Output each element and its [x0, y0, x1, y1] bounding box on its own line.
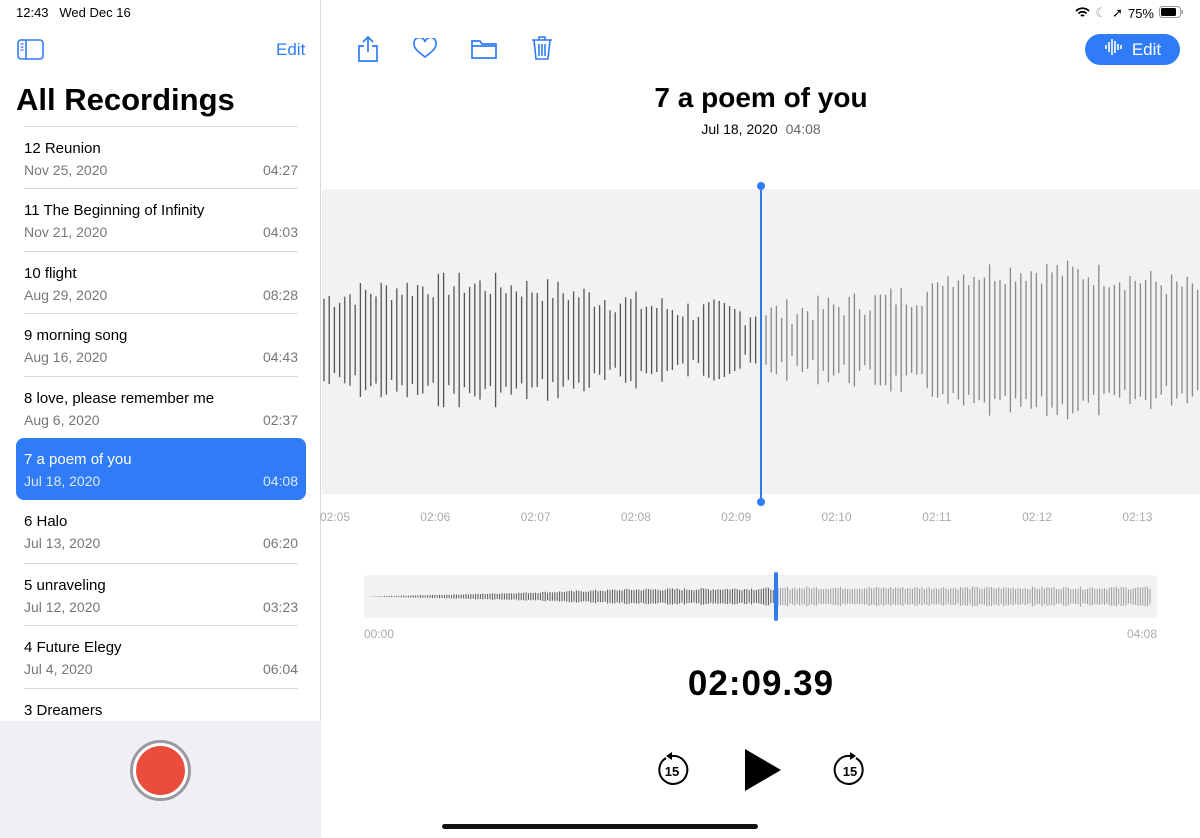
wifi-icon — [1075, 6, 1091, 21]
recordings-list: 12 Reunion Nov 25, 2020 04:27 11 The Beginn… — [16, 126, 306, 750]
sidebar-toggle-icon[interactable] — [17, 39, 44, 65]
time-tick: 02:06 — [420, 510, 451, 524]
time-tick: 02:08 — [620, 510, 651, 524]
recording-item[interactable]: 4 Future Elegy Jul 4, 2020 06:04 — [24, 625, 298, 687]
waveform-overview[interactable] — [364, 575, 1157, 618]
recording-item[interactable]: 7 a poem of you Jul 18, 2020 04:08 — [16, 437, 306, 501]
record-button[interactable] — [130, 740, 191, 801]
recording-title: 10 flight — [24, 264, 77, 282]
recording-duration: 08:28 — [262, 286, 298, 303]
recording-duration: 04:27 — [262, 162, 298, 178]
recording-date: Jul 4, 2020 — [24, 661, 93, 678]
time-tick: 02:12 — [1022, 510, 1053, 524]
time-tick: 02:09 — [721, 510, 752, 524]
recording-duration: 06:04 — [262, 661, 298, 678]
time-tick: 02:11 — [922, 510, 952, 524]
heart-icon[interactable] — [413, 36, 437, 64]
recording-duration: 04:43 — [262, 349, 298, 366]
recording-duration: 04:08 — [262, 472, 298, 489]
recording-title: 8 love, please remember me — [24, 389, 215, 407]
recording-title: 11 The Beginning of Infinity — [24, 202, 205, 220]
recording-title: 5 unraveling — [24, 576, 106, 594]
play-button[interactable] — [744, 748, 782, 797]
svg-text:15: 15 — [665, 764, 679, 779]
battery-icon — [1159, 5, 1184, 21]
recording-item[interactable]: 9 morning song Aug 16, 2020 04:43 — [24, 313, 298, 375]
recording-date: Jul 18, 2020 — [24, 472, 101, 489]
play-icon — [745, 749, 781, 791]
current-time: 02:09.39 — [687, 664, 835, 703]
recording-title: 12 Reunion — [24, 140, 101, 157]
skip-forward-icon: 15 — [833, 752, 864, 785]
skip-forward-button[interactable]: 15 — [832, 752, 868, 788]
recording-title: 3 Dreamers — [24, 701, 103, 719]
home-indicator[interactable] — [442, 824, 758, 829]
recording-item[interactable]: 5 unraveling Jul 12, 2020 03:23 — [24, 562, 298, 625]
folder-icon[interactable] — [471, 38, 497, 64]
time-tick: 02:05 — [319, 510, 351, 524]
recording-date: Aug 6, 2020 — [24, 411, 100, 428]
recording-duration: 02:37 — [262, 411, 298, 428]
battery-percent: 75% — [1127, 5, 1154, 21]
recording-item[interactable]: 8 love, please remember me Aug 6, 2020 02:… — [24, 375, 298, 438]
time-tick: 02:07 — [520, 510, 551, 524]
recording-date: Aug 29, 2020 — [24, 286, 108, 303]
moon-icon: ☾ — [1095, 5, 1108, 20]
recording-duration: 06:20 — [262, 535, 298, 552]
svg-text:15: 15 — [843, 764, 857, 779]
status-time: 12:43 Wed Dec 16 — [16, 5, 131, 20]
recording-date: Jul 13, 2020 — [24, 535, 101, 552]
trash-icon[interactable] — [531, 35, 553, 66]
playhead-top-handle[interactable] — [757, 182, 765, 190]
recording-title: 6 Halo — [24, 513, 68, 531]
waveform-icon — [1104, 38, 1124, 61]
recording-title: 9 morning song — [24, 327, 128, 345]
sidebar-edit-button[interactable]: Edit — [276, 40, 305, 60]
recording-item[interactable]: 10 flight Aug 29, 2020 08:28 — [24, 250, 298, 313]
overview-playhead[interactable] — [774, 572, 779, 621]
page-title: All Recordings — [16, 82, 235, 117]
recording-date: Jul 12, 2020 — [24, 598, 101, 615]
overview-end-time: 04:08 — [1126, 627, 1157, 641]
share-icon[interactable] — [357, 35, 379, 67]
recording-title: 7 a poem of you — [654, 82, 868, 113]
recording-duration: 03:23 — [262, 598, 298, 615]
time-tick: 02:10 — [821, 510, 852, 524]
skip-back-button[interactable]: 15 — [654, 752, 690, 788]
playhead-bottom-handle[interactable] — [757, 498, 765, 506]
recording-date: Nov 21, 2020 — [24, 224, 108, 241]
recording-item[interactable]: 6 Halo Jul 13, 2020 06:20 — [24, 500, 298, 562]
edit-recording-button[interactable]: Edit — [1085, 34, 1180, 65]
recording-duration: 04:03 — [262, 224, 298, 241]
recording-item[interactable]: 12 Reunion Nov 25, 2020 04:27 — [24, 126, 298, 188]
recording-title: 4 Future Elegy — [24, 639, 122, 657]
skip-back-icon: 15 — [658, 752, 689, 785]
recording-meta: Jul 18, 2020 04:08 — [701, 121, 821, 137]
record-icon — [136, 746, 185, 795]
overview-start-time: 00:00 — [364, 627, 395, 641]
recording-date: Nov 25, 2020 — [24, 162, 108, 178]
recording-title: 7 a poem of you — [24, 450, 132, 468]
recording-date: Aug 16, 2020 — [24, 349, 108, 366]
recording-item[interactable]: 11 The Beginning of Infinity Nov 21, 2020… — [24, 188, 298, 250]
location-icon: ➚ — [1112, 5, 1123, 20]
time-tick: 02:13 — [1122, 510, 1153, 524]
playhead[interactable] — [760, 185, 762, 504]
status-indicators: ☾ ➚ 75% — [1075, 5, 1184, 21]
